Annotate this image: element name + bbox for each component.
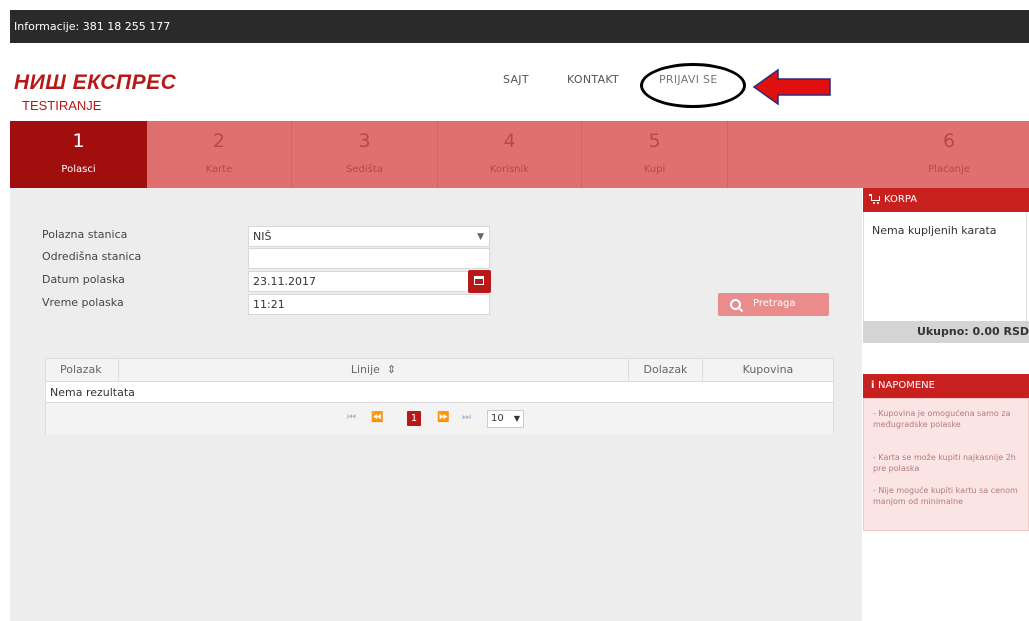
departure-time-label: Vreme polaska <box>42 296 124 309</box>
departure-date-input[interactable]: 23.11.2017 <box>248 271 469 292</box>
step-polasci[interactable]: 1 Polasci <box>10 121 147 188</box>
first-page-icon[interactable]: ⏮ <box>347 412 356 423</box>
current-page-button[interactable]: 1 <box>407 411 421 426</box>
nav-sajt-link[interactable]: SAJT <box>503 73 529 86</box>
column-header-kupovina[interactable]: Kupovina <box>702 359 833 381</box>
chevron-down-icon: ▼ <box>477 232 484 242</box>
step-label: Sedišta <box>346 164 383 175</box>
calendar-icon <box>474 276 484 285</box>
cart-empty-message: Nema kupljenih karata <box>872 224 997 237</box>
destination-station-label: Odredišna stanica <box>42 250 142 263</box>
last-page-icon[interactable]: ⏭ <box>462 412 471 423</box>
step-label: Korisnik <box>489 164 530 175</box>
departure-time-input[interactable]: 11:21 <box>248 294 490 315</box>
pagination: ⏮ ⏪ 1 ⏩ ⏭ 10 ▼ <box>46 402 833 434</box>
destination-station-input[interactable] <box>248 248 490 269</box>
departure-time-value: 11:21 <box>253 298 285 311</box>
cart-total: Ukupno: 0.00 RSD <box>863 321 1029 343</box>
step-placanje[interactable]: 6 Plaćanje <box>727 121 1029 188</box>
step-label: Kupi <box>643 164 666 175</box>
search-button[interactable]: Pretraga <box>718 293 829 316</box>
column-header-linije-label: Linije <box>350 363 380 376</box>
annotation-arrow-icon <box>752 68 831 106</box>
column-header-polazak[interactable]: Polazak <box>60 359 102 381</box>
search-icon <box>730 299 741 310</box>
step-kupi[interactable]: 5 Kupi <box>581 121 727 188</box>
chevron-down-icon: ▼ <box>513 414 520 423</box>
cart-header: KORPA <box>863 188 1029 212</box>
step-number: 3 <box>358 130 371 152</box>
step-number: 6 <box>942 130 956 152</box>
step-number: 4 <box>503 130 516 152</box>
info-text: Informacije: 381 18 255 177 <box>14 20 171 33</box>
cart-title: KORPA <box>884 194 918 205</box>
step-label: Karte <box>205 164 233 175</box>
notes-body: - Kupovina je omogućena samo za međugrad… <box>863 398 1029 531</box>
departure-station-label: Polazna stanica <box>42 228 128 241</box>
page: Informacije: 381 18 255 177 НИШ ЕКСПРЕС … <box>10 10 1029 621</box>
search-panel: Polazna stanica NIŠ ▼ Odredišna stanica … <box>10 188 862 621</box>
calendar-button[interactable] <box>468 270 491 293</box>
column-header-linije[interactable]: Linije ⇕ <box>118 359 628 381</box>
info-icon: i <box>871 380 875 391</box>
step-label: Polasci <box>61 164 96 175</box>
search-button-label: Pretraga <box>753 298 796 309</box>
step-number: 1 <box>72 130 85 152</box>
departures-table: Polazak Linije ⇕ Dolazak Kupovina Nema r… <box>45 358 834 434</box>
page-size-select[interactable]: 10 ▼ <box>487 410 524 428</box>
prev-page-icon[interactable]: ⏪ <box>371 412 383 423</box>
step-korisnik[interactable]: 4 Korisnik <box>437 121 581 188</box>
step-number: 5 <box>648 130 661 152</box>
departure-station-value: NIŠ <box>253 230 272 243</box>
sort-icon: ⇕ <box>383 363 397 376</box>
departure-station-select[interactable]: NIŠ ▼ <box>248 226 490 247</box>
sidebar: KORPA Nema kupljenih karata Ukupno: 0.00… <box>863 188 1029 621</box>
logo[interactable]: НИШ ЕКСПРЕС <box>14 71 176 95</box>
table-header: Polazak Linije ⇕ Dolazak Kupovina <box>46 359 833 382</box>
note-item: - Nije moguće kupiti kartu sa cenom manj… <box>873 486 1018 506</box>
departure-date-label: Datum polaska <box>42 273 125 286</box>
note-item: - Kupovina je omogućena samo za međugrad… <box>873 409 1011 429</box>
logo-subtitle: TESTIRANJE <box>22 98 102 113</box>
step-label: Plaćanje <box>928 164 970 175</box>
info-bar: Informacije: 381 18 255 177 <box>10 10 1029 43</box>
notes-header: i NAPOMENE <box>863 374 1029 398</box>
departure-date-value: 23.11.2017 <box>253 275 316 288</box>
empty-results-message: Nema rezultata <box>50 386 135 399</box>
step-sedista[interactable]: 3 Sedišta <box>291 121 437 188</box>
next-page-icon[interactable]: ⏩ <box>437 412 449 423</box>
step-number: 2 <box>212 130 226 152</box>
column-header-dolazak[interactable]: Dolazak <box>628 359 702 381</box>
cart-icon <box>869 194 880 204</box>
wizard-steps: 1 Polasci 2 Karte 3 Sedišta 4 Korisnik 5… <box>10 121 1029 188</box>
header: НИШ ЕКСПРЕС TESTIRANJE SAJT KONTAKT PRIJ… <box>10 43 1029 121</box>
nav-kontakt-link[interactable]: KONTAKT <box>567 73 619 86</box>
notes-title: NAPOMENE <box>878 380 935 391</box>
step-karte[interactable]: 2 Karte <box>147 121 291 188</box>
annotation-circle <box>640 63 746 108</box>
note-item: - Karta se može kupiti najkasnije 2h pre… <box>873 453 1016 473</box>
page-size-value: 10 <box>491 413 504 424</box>
